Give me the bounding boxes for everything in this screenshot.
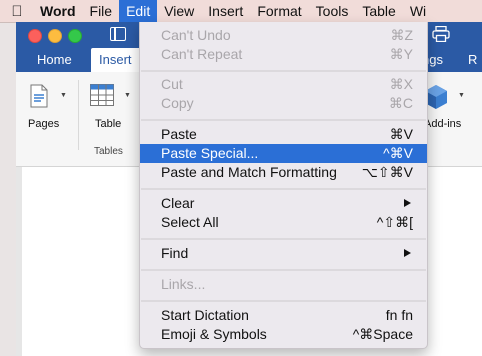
menu-item-repeat: Can't Repeat ⌘Y [140,45,427,64]
menu-separator [141,119,426,121]
menu-item-paste-special[interactable]: Paste Special... ^⌘V [140,144,427,163]
tables-group-label: Tables [94,146,123,157]
menu-item-label: Select All [161,214,219,230]
table-button-label[interactable]: Table [95,118,121,130]
menu-separator [141,269,426,271]
menubar-item-file[interactable]: File [83,0,120,22]
add-ins-button-label[interactable]: Add-ins [424,118,461,130]
pages-dropdown-icon[interactable]: ▼ [60,92,67,99]
menu-item-shortcut: ⌘V [389,126,413,142]
menu-item-label: Find [161,245,189,261]
menubar-item-window[interactable]: Wi [403,0,433,22]
table-dropdown-icon[interactable]: ▼ [124,92,131,99]
menubar-item-word[interactable]: Word [30,0,83,22]
menu-item-links: Links... [140,275,427,294]
edit-menu: Can't Undo ⌘Z Can't Repeat ⌘Y Cut ⌘X Cop… [139,22,428,349]
menu-separator [141,188,426,190]
menu-bar:  Word File Edit View Insert Format Tool… [0,0,482,23]
menu-item-undo: Can't Undo ⌘Z [140,26,427,45]
menu-item-label: Copy [161,95,194,111]
menubar-item-tools[interactable]: Tools [309,0,356,22]
table-grid-icon[interactable] [90,84,114,106]
menu-item-label: Emoji & Symbols [161,326,267,342]
menu-item-shortcut: ^⇧⌘[ [376,214,413,230]
tab-partial-r[interactable]: R [468,48,477,72]
tab-home[interactable]: Home [37,48,72,72]
menu-item-label: Paste [161,126,197,142]
menubar-item-view[interactable]: View [157,0,201,22]
ribbon-divider [78,80,79,150]
add-ins-dropdown-icon[interactable]: ▼ [458,92,465,99]
printer-icon[interactable] [432,26,450,42]
pages-icon[interactable] [30,84,48,108]
menu-item-label: Clear [161,195,195,211]
menu-separator [141,238,426,240]
menu-item-cut: Cut ⌘X [140,75,427,94]
menu-item-start-dictation[interactable]: Start Dictation fn fn [140,306,427,325]
menu-item-paste-match-formatting[interactable]: Paste and Match Formatting ⌥⇧⌘V [140,163,427,182]
menu-separator [141,70,426,72]
menu-item-shortcut: ⌘C [388,95,413,111]
menu-item-shortcut: ⌘Z [390,27,413,43]
apple-logo-icon[interactable]:  [4,3,30,20]
menu-item-shortcut: ^⌘Space [352,326,413,342]
menu-item-paste[interactable]: Paste ⌘V [140,125,427,144]
pages-button-label[interactable]: Pages [28,118,59,130]
menu-item-label: Can't Undo [161,27,231,43]
menubar-item-edit[interactable]: Edit [119,0,158,22]
menu-separator [141,300,426,302]
menu-item-shortcut: fn fn [385,307,413,323]
menu-item-label: Can't Repeat [161,46,243,62]
minimize-window-button[interactable] [48,29,62,43]
menu-item-find[interactable]: Find [140,244,427,263]
menu-item-emoji-symbols[interactable]: Emoji & Symbols ^⌘Space [140,325,427,344]
menu-item-shortcut: ⌥⇧⌘V [361,164,413,180]
chevron-right-icon [404,199,411,207]
chevron-right-icon [404,249,411,257]
menu-item-shortcut: ⌘X [389,76,413,92]
menu-item-clear[interactable]: Clear [140,194,427,213]
menubar-item-format[interactable]: Format [250,0,308,22]
menu-item-shortcut: ⌘Y [389,46,413,62]
sidebar-toggle-icon[interactable] [110,27,126,41]
zoom-window-button[interactable] [68,29,82,43]
menu-item-select-all[interactable]: Select All ^⇧⌘[ [140,213,427,232]
menu-item-label: Start Dictation [161,307,249,323]
menu-item-label: Links... [161,276,206,292]
menu-item-label: Paste and Match Formatting [161,164,337,180]
close-window-button[interactable] [28,29,42,43]
menubar-item-insert[interactable]: Insert [201,0,250,22]
menu-item-shortcut: ^⌘V [383,145,413,161]
menu-item-label: Cut [161,76,183,92]
menubar-item-table[interactable]: Table [355,0,402,22]
menu-item-copy: Copy ⌘C [140,94,427,113]
menu-item-label: Paste Special... [161,145,259,161]
